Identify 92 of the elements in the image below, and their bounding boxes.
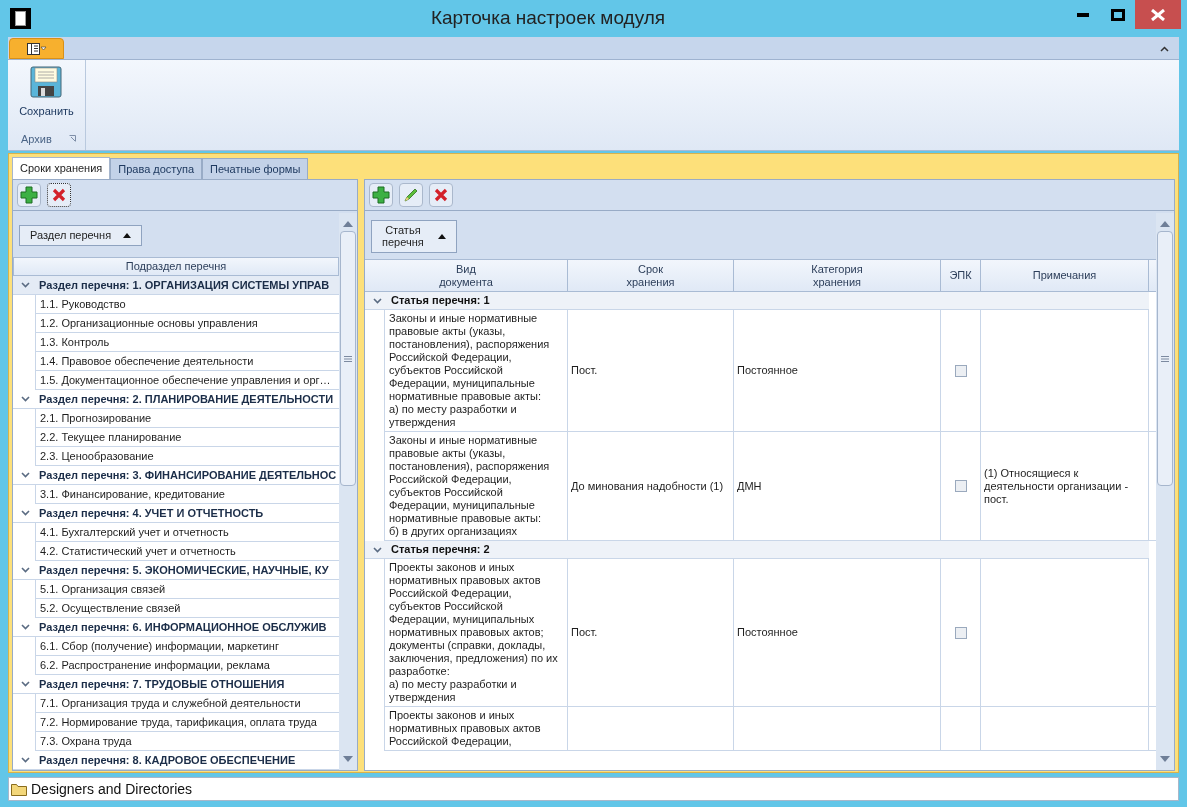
list-row[interactable]: 4.1. Бухгалтерский учет и отчетность bbox=[40, 523, 229, 541]
list-row[interactable]: 2.3. Ценообразование bbox=[40, 447, 154, 465]
group-row[interactable]: Раздел перечня: 4. УЧЕТ И ОТЧЕТНОСТЬ bbox=[39, 504, 264, 522]
close-icon bbox=[52, 188, 66, 202]
maximize-icon bbox=[1110, 8, 1125, 21]
table-cell: Проекты законов и иных нормативных правовых актов Российской Федерации, субъектов Российской Федерации, муниципальных нормативных правовых актов; документы (справки, доклады, заключения, предложения) по их разработке: а) по месту разработки и утверждения bbox=[389, 561, 558, 703]
tab[interactable]: Права доступа bbox=[110, 158, 203, 179]
ribbon-group-label: Архив bbox=[20, 131, 53, 147]
layout-icon bbox=[26, 42, 47, 55]
list-row[interactable]: 1.4. Правовое обеспечение деятельности bbox=[40, 352, 254, 370]
app-menu-button[interactable] bbox=[9, 38, 64, 59]
minimize-icon bbox=[1076, 12, 1089, 17]
table-cell: (1) Относящиеся к деятельности организации - пост. bbox=[984, 466, 1129, 506]
folder-icon bbox=[11, 782, 27, 796]
tab[interactable]: Печатные формы bbox=[202, 158, 309, 179]
add-button[interactable] bbox=[17, 183, 41, 207]
table-cell: Проекты законов и иных нормативных правовых актов Российской Федерации, bbox=[389, 709, 541, 747]
group-row[interactable]: Статья перечня: 1 bbox=[391, 292, 490, 309]
table-cell: Постоянное bbox=[737, 626, 798, 639]
table-cell: ДМН bbox=[737, 479, 762, 493]
table-cell: Законы и иные нормативные правовые акты (указы, постановления), распоряжения Российской Федерации, субъектов Российской Федерации, муниципальные нормативные правовые акты: а) по месту разработки и утверждения bbox=[389, 312, 550, 428]
list-row[interactable]: 1.2. Организационные основы управления bbox=[40, 314, 258, 332]
checkbox[interactable] bbox=[954, 626, 967, 639]
list-row[interactable]: 2.1. Прогнозирование bbox=[40, 409, 152, 427]
list-row[interactable]: 5.2. Осуществление связей bbox=[40, 599, 181, 617]
chevron-down-icon[interactable] bbox=[21, 472, 30, 478]
list-row[interactable]: 5.1. Организация связей bbox=[40, 580, 166, 598]
checkbox[interactable] bbox=[954, 480, 967, 492]
table-cell: Пост. bbox=[571, 364, 598, 377]
window-title: Карточка настроек модуля bbox=[429, 6, 667, 31]
checkbox[interactable] bbox=[954, 364, 967, 377]
column-header[interactable]: Срок хранения bbox=[568, 260, 734, 291]
collapse-ribbon-icon[interactable] bbox=[1160, 46, 1169, 52]
app-icon bbox=[10, 8, 31, 29]
table-cell: Пост. bbox=[571, 626, 598, 639]
list-row[interactable]: 4.2. Статистический учет и отчетность bbox=[40, 542, 236, 560]
table-cell: Постоянное bbox=[737, 364, 798, 377]
chevron-down-icon[interactable] bbox=[21, 681, 30, 687]
scroll-up-icon[interactable] bbox=[1160, 221, 1170, 227]
plus-icon bbox=[372, 186, 390, 204]
table-cell: До минования надобности (1) bbox=[571, 479, 724, 493]
chevron-down-icon[interactable] bbox=[21, 282, 30, 288]
edit-button[interactable] bbox=[399, 183, 423, 207]
column-header[interactable]: ЭПК bbox=[941, 260, 981, 291]
table-cell: Законы и иные нормативные правовые акты (указы, постановления), распоряжения Российской Федерации, субъектов Российской Федерации, муниципальные нормативные правовые акты: б) в других организациях bbox=[389, 434, 550, 537]
group-row[interactable]: Раздел перечня: 8. КАДРОВОЕ ОБЕСПЕЧЕНИЕ bbox=[39, 751, 296, 769]
chevron-down-icon[interactable] bbox=[21, 757, 30, 763]
group-by-button[interactable]: Раздел перечня bbox=[19, 224, 143, 246]
chevron-down-icon[interactable] bbox=[21, 396, 30, 402]
sort-ascending-icon bbox=[437, 233, 446, 239]
group-row[interactable]: Статья перечня: 2 bbox=[391, 541, 490, 558]
close-icon bbox=[1151, 8, 1165, 21]
column-header[interactable]: Подраздел перечня bbox=[13, 257, 339, 276]
column-header[interactable]: Вид документа bbox=[365, 260, 568, 291]
chevron-down-icon[interactable] bbox=[21, 624, 30, 630]
dialog-launcher-icon[interactable] bbox=[69, 135, 76, 143]
status-text: Designers and Directories bbox=[31, 779, 193, 799]
sort-ascending-icon bbox=[123, 232, 132, 238]
add-button[interactable] bbox=[369, 183, 393, 207]
list-row[interactable]: 7.3. Охрана труда bbox=[40, 732, 132, 750]
group-by-button[interactable]: Статья перечня bbox=[371, 219, 457, 253]
list-row[interactable]: 1.1. Руководство bbox=[40, 295, 126, 313]
list-row[interactable]: 1.3. Контроль bbox=[40, 333, 110, 351]
scroll-up-icon[interactable] bbox=[343, 221, 353, 227]
scroll-down-icon[interactable] bbox=[1160, 756, 1170, 762]
group-row[interactable]: Раздел перечня: 7. ТРУДОВЫЕ ОТНОШЕНИЯ bbox=[39, 675, 285, 693]
list-row[interactable]: 2.2. Текущее планирование bbox=[40, 428, 182, 446]
group-row[interactable]: Раздел перечня: 5. ЭКОНОМИЧЕСКИЕ, НАУЧНЫЕ, КУ bbox=[39, 561, 329, 579]
column-header[interactable]: Примечания bbox=[981, 260, 1149, 291]
scroll-down-icon[interactable] bbox=[343, 756, 353, 762]
list-row[interactable]: 6.1. Сбор (получение) информации, маркетинг bbox=[40, 637, 279, 655]
column-header[interactable]: Категория хранения bbox=[734, 260, 941, 291]
scroll-thumb[interactable] bbox=[1157, 231, 1173, 486]
close-button[interactable] bbox=[1135, 0, 1181, 29]
plus-icon bbox=[20, 186, 38, 204]
chevron-down-icon[interactable] bbox=[21, 510, 30, 516]
chevron-down-icon[interactable] bbox=[373, 297, 382, 304]
list-row[interactable]: 6.2. Распространение информации, реклама bbox=[40, 656, 270, 674]
list-row[interactable]: 7.2. Нормирование труда, тарификация, оплата труда bbox=[40, 713, 317, 731]
chevron-down-icon[interactable] bbox=[373, 546, 382, 553]
tab[interactable]: Сроки хранения bbox=[12, 157, 111, 179]
chevron-down-icon[interactable] bbox=[21, 567, 30, 573]
scrollbar[interactable] bbox=[339, 213, 357, 770]
delete-button[interactable] bbox=[47, 183, 71, 207]
list-row[interactable]: 3.1. Финансирование, кредитование bbox=[40, 485, 225, 503]
list-row[interactable]: 7.1. Организация труда и служебной деятельности bbox=[40, 694, 301, 712]
scrollbar[interactable] bbox=[1156, 213, 1174, 770]
pencil-icon bbox=[403, 187, 419, 203]
save-button[interactable]: Сохранить bbox=[15, 66, 78, 120]
scroll-thumb[interactable] bbox=[340, 231, 356, 486]
close-icon bbox=[434, 188, 448, 202]
list-row[interactable]: 1.5. Документационное обеспечение управления и орг… bbox=[40, 371, 331, 389]
